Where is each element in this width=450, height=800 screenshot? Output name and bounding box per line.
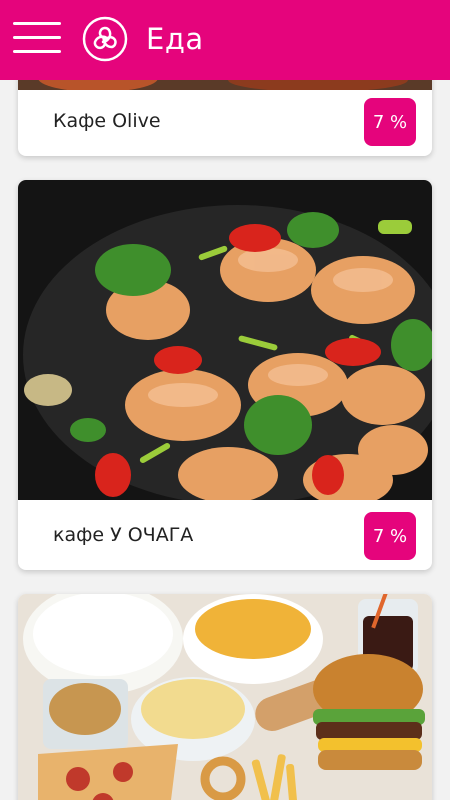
triple-spiral-logo-icon bbox=[82, 16, 128, 62]
cafe-card-ochag[interactable]: кафе У ОЧАГА 7 % bbox=[18, 180, 432, 570]
cafe-card-fastfood[interactable] bbox=[18, 594, 432, 800]
cafe-list[interactable]: Кафе Olive 7 % кафе У ОЧАГА 7 % bbox=[0, 0, 450, 800]
cafe-name: Кафе Olive bbox=[53, 110, 161, 132]
discount-badge: 7 % bbox=[364, 512, 416, 560]
cafe-name: кафе У ОЧАГА bbox=[53, 524, 194, 546]
page-title: Еда bbox=[146, 22, 204, 56]
cafe-photo-ochag bbox=[18, 180, 432, 500]
cafe-photo-fastfood bbox=[18, 594, 432, 800]
hamburger-menu-icon[interactable] bbox=[13, 22, 61, 54]
discount-badge: 7 % bbox=[364, 98, 416, 146]
app-bar: Еда bbox=[0, 0, 450, 80]
